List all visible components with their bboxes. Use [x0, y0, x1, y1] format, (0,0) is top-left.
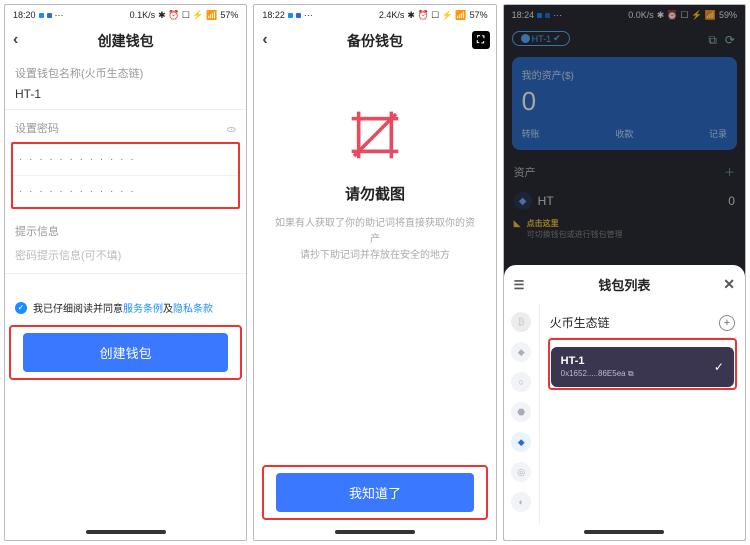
- status-more: ···: [55, 10, 64, 20]
- home-indicator: [86, 530, 166, 534]
- password-confirm-input[interactable]: · · · · · · · · · · · ·: [13, 176, 238, 207]
- status-app-dot: [296, 13, 301, 18]
- screen-wallet-list: 18:24 ··· 0.0K/s ✱ ⏰ ☐ ⚡ 📶 59% HT-1✔ ⧉ ⟳…: [503, 4, 746, 541]
- privacy-link[interactable]: 隐私条款: [173, 304, 213, 315]
- close-icon[interactable]: ✕: [723, 276, 735, 293]
- ok-button-highlight: 我知道了: [262, 465, 487, 520]
- no-screenshot-icon: [347, 107, 403, 163]
- status-battery: 57%: [470, 10, 488, 20]
- status-app-dot: [39, 13, 44, 18]
- wallet-item-name: HT-1: [561, 355, 724, 367]
- password-fields-highlight: · · · · · · · · · · · · · · · · · · · · …: [11, 142, 240, 209]
- chain-eth-icon[interactable]: ◆: [511, 342, 531, 362]
- status-app-dot: [288, 13, 293, 18]
- wallet-manage-icon[interactable]: ☰: [514, 278, 525, 292]
- status-net: 2.4K/s: [379, 10, 405, 20]
- screen-backup-wallet: 18:22 ··· 2.4K/s ✱ ⏰ ☐ ⚡ 📶 57% ‹ 备份钱包 ⛶: [253, 4, 496, 541]
- chain-selector: ₿ ◆ ○ ⬣ ◆ ◎ ◐: [504, 304, 540, 524]
- status-more: ···: [304, 10, 313, 20]
- password-label: 设置密码 ᯣ: [5, 110, 246, 140]
- password-input[interactable]: · · · · · · · · · · · ·: [13, 144, 238, 176]
- chain-icon[interactable]: ◐: [511, 492, 531, 512]
- chain-header: 火币生态链 +: [548, 310, 737, 338]
- hint-input[interactable]: 密码提示信息(可不填): [5, 243, 246, 274]
- hint-section-label: 提示信息: [5, 211, 246, 243]
- fullscreen-icon[interactable]: ⛶: [472, 31, 490, 49]
- sheet-header: ☰ 钱包列表 ✕: [504, 265, 745, 304]
- wallet-list-sheet: ☰ 钱包列表 ✕ ₿ ◆ ○ ⬣ ◆ ◎ ◐ 火币生态链 +: [504, 265, 745, 540]
- create-wallet-button[interactable]: 创建钱包: [23, 333, 228, 372]
- status-app-dot: [47, 13, 52, 18]
- titlebar: ‹ 创建钱包: [5, 25, 246, 57]
- chain-icon[interactable]: ⬣: [511, 402, 531, 422]
- back-icon[interactable]: ‹: [262, 31, 267, 49]
- page-title: 创建钱包: [98, 31, 154, 51]
- wallet-item-highlight: HT-1 0x1652.....86E5ea ⧉ ✓: [548, 338, 737, 390]
- add-wallet-icon[interactable]: +: [719, 315, 735, 331]
- back-icon[interactable]: ‹: [13, 31, 18, 49]
- page-title: 备份钱包: [347, 31, 403, 51]
- create-button-highlight: 创建钱包: [9, 325, 242, 380]
- chain-icon[interactable]: ◎: [511, 462, 531, 482]
- eye-icon[interactable]: ᯣ: [226, 121, 236, 135]
- screen-create-wallet: 18:20 ··· 0.1K/s ✱ ⏰ ☐ ⚡ 📶 57% ‹ 创建钱包 设置…: [4, 4, 247, 541]
- home-indicator: [584, 530, 664, 534]
- wallet-name-label: 设置钱包名称(火币生态链): [5, 57, 246, 85]
- i-know-button[interactable]: 我知道了: [276, 473, 473, 512]
- tos-link[interactable]: 服务条例: [123, 304, 163, 315]
- selected-check-icon: ✓: [714, 360, 724, 374]
- copy-icon[interactable]: ⧉: [628, 369, 634, 378]
- warning-desc: 如果有人获取了你的助记词将直接获取你的资产 请抄下助记词并存放在安全的地方: [254, 216, 495, 264]
- wallet-item-address: 0x1652.....86E5ea: [561, 369, 626, 378]
- wallet-item[interactable]: HT-1 0x1652.....86E5ea ⧉ ✓: [551, 347, 734, 387]
- titlebar: ‹ 备份钱包 ⛶: [254, 25, 495, 57]
- status-icons: ✱ ⏰ ☐ ⚡ 📶: [158, 10, 217, 21]
- home-indicator: [335, 530, 415, 534]
- sheet-title: 钱包列表: [598, 275, 650, 294]
- chain-huobi-icon[interactable]: ◆: [511, 432, 531, 452]
- status-net: 0.1K/s: [130, 10, 156, 20]
- agree-row[interactable]: ✓ 我已仔细阅读并同意服务条例及隐私条款: [5, 274, 246, 325]
- status-icons: ✱ ⏰ ☐ ⚡ 📶: [407, 10, 466, 21]
- chain-icon[interactable]: ○: [511, 372, 531, 392]
- chain-btc-icon[interactable]: ₿: [511, 312, 531, 332]
- agree-checkbox[interactable]: ✓: [15, 302, 27, 314]
- status-bar: 18:22 ··· 2.4K/s ✱ ⏰ ☐ ⚡ 📶 57%: [254, 5, 495, 25]
- status-bar: 18:20 ··· 0.1K/s ✱ ⏰ ☐ ⚡ 📶 57%: [5, 5, 246, 25]
- wallet-name-input[interactable]: HT-1: [5, 85, 246, 110]
- wallet-column: 火币生态链 + HT-1 0x1652.....86E5ea ⧉ ✓: [540, 304, 745, 524]
- status-battery: 57%: [220, 10, 238, 20]
- status-time: 18:20: [13, 10, 36, 20]
- warning-heading: 请勿截图: [254, 183, 495, 204]
- status-time: 18:22: [262, 10, 285, 20]
